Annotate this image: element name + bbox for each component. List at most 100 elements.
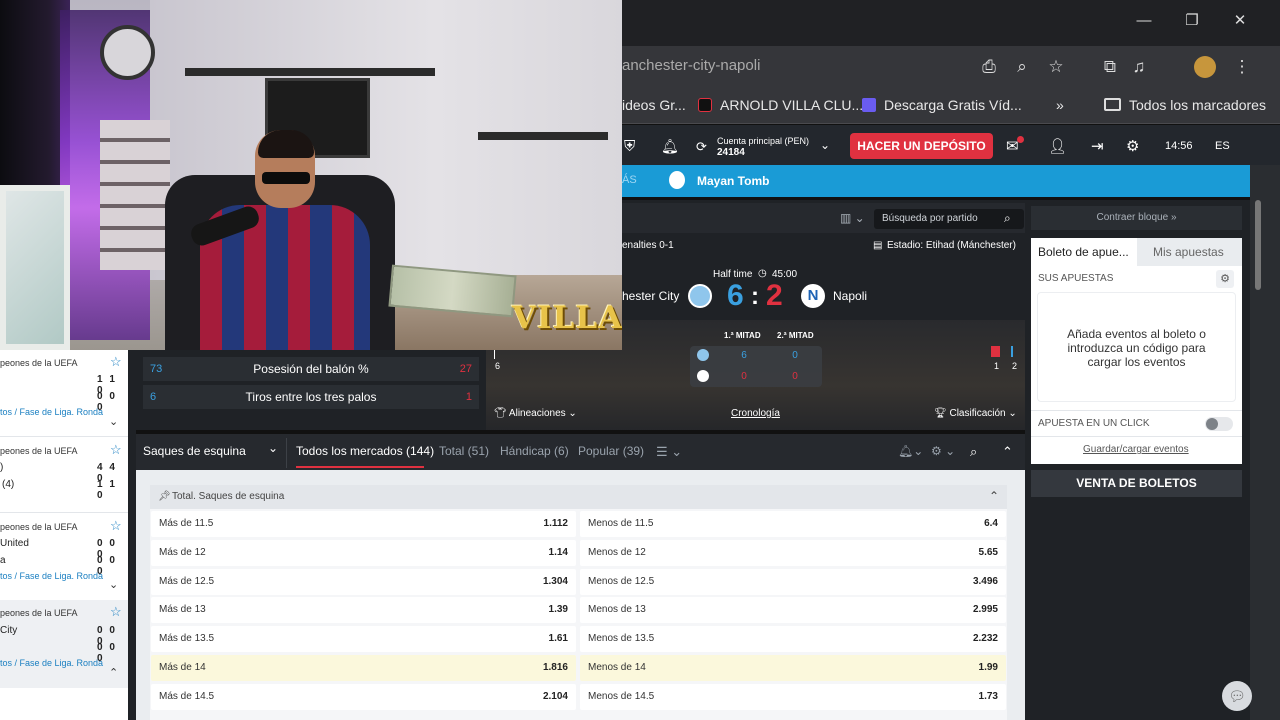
game-mascot-icon [669, 171, 685, 189]
menu-kebab-icon[interactable]: ⋮ [1231, 56, 1253, 78]
lineups-label: Alineaciones [508, 408, 566, 419]
tab-handicap[interactable]: Hándicap (6) [500, 444, 569, 458]
timeline-link[interactable]: Cronología [731, 408, 780, 419]
favorite-star-icon[interactable]: ☆ [110, 518, 122, 534]
media-icon[interactable]: ♫ [1128, 56, 1150, 78]
profile-avatar[interactable] [1194, 56, 1216, 78]
settings-gear-icon[interactable]: ⚙ ⌄ [931, 444, 955, 458]
chevron-down-icon[interactable]: ⌄ [109, 578, 118, 591]
tab-popular[interactable]: Popular (39) [578, 444, 644, 458]
team-name: United [0, 538, 29, 549]
chevron-down-icon[interactable]: ⌄ [268, 441, 278, 455]
account-label[interactable]: Cuenta principal (PEN) [717, 136, 809, 146]
settings-gear-icon[interactable]: ⚙ [1126, 137, 1139, 155]
stadium-icon: ▤ [873, 240, 883, 251]
save-load-events-link[interactable]: Guardar/cargar eventos [1083, 444, 1189, 455]
chevron-up-icon[interactable]: ⌃ [989, 489, 999, 503]
league-title: peones de la UEFA [0, 358, 78, 368]
sidebar-match-card[interactable]: peones de la UEFA ☆ ) 4 4 0 (4) 1 1 0 [0, 440, 128, 512]
match-search-input[interactable]: Búsqueda por partido [874, 209, 1024, 229]
close-window-button[interactable]: ✕ [1216, 0, 1264, 42]
odd-over-button[interactable]: Más de 11.5 1.112 [151, 511, 576, 537]
zoom-icon[interactable]: ⌕ [1011, 56, 1033, 78]
odd-under-button[interactable]: Menos de 12.5 3.496 [580, 569, 1006, 595]
install-icon[interactable]: ⎙ [978, 56, 1000, 78]
league-stage-link[interactable]: tos / Fase de Liga. Ronda [0, 407, 103, 417]
restore-button[interactable]: ❐ [1168, 0, 1216, 42]
team-name: (4) [2, 479, 15, 490]
league-stage-link[interactable]: tos / Fase de Liga. Ronda [0, 658, 103, 668]
odd-under-button[interactable]: Menos de 12 5.65 [580, 540, 1006, 566]
language-select[interactable]: ES [1215, 140, 1230, 152]
sidebar-match-card-active[interactable]: peones de la UEFA ☆ City 0 0 0 0 0 0 tos… [0, 600, 128, 688]
odd-value: 2.104 [542, 691, 568, 702]
sidebar-match-card[interactable]: peones de la UEFA ☆ United 0 0 0 a 0 0 0… [0, 516, 128, 598]
nav-mayan-tomb[interactable]: Mayan Tomb [697, 174, 769, 188]
odd-under-button[interactable]: Menos de 14 1.99 [580, 655, 1006, 681]
bookmark-arnold-villa[interactable]: ARNOLD VILLA CLU... [720, 97, 863, 113]
deposit-button[interactable]: HACER UN DEPÓSITO [850, 133, 993, 159]
odd-under-button[interactable]: Menos de 13.5 2.232 [580, 626, 1006, 652]
extensions-icon[interactable]: ⧉ [1099, 56, 1121, 78]
bookmarks-overflow-icon[interactable]: » [1056, 97, 1064, 113]
sidebar-match-card[interactable]: peones de la UEFA ☆ 1 1 0 0 0 0 tos / Fa… [0, 352, 128, 434]
bookmark-star-icon[interactable]: ☆ [1045, 56, 1067, 78]
odd-under-button[interactable]: Menos de 14.5 1.73 [580, 684, 1006, 710]
favorite-star-icon[interactable]: ☆ [110, 442, 122, 458]
refresh-icon[interactable]: ⟳ [696, 139, 707, 155]
list-menu-icon[interactable]: ☰ ⌄ [656, 444, 682, 460]
sell-tickets-button[interactable]: VENTA DE BOLETOS [1031, 470, 1242, 497]
market-select[interactable]: Saques de esquina [143, 444, 246, 458]
odd-under-button[interactable]: Menos de 11.5 6.4 [580, 511, 1006, 537]
account-balance: 24184 [717, 147, 745, 158]
odd-under-button[interactable]: Menos de 13 2.995 [580, 597, 1006, 623]
bell-icon[interactable]: 🔔︎ [661, 138, 679, 155]
chevron-down-icon[interactable]: ⌄ [109, 415, 118, 428]
lineups-link[interactable]: 👕︎ Alineaciones ⌄ [494, 408, 577, 419]
logout-icon[interactable]: ⇥ [1091, 137, 1104, 155]
collapse-up-icon[interactable]: ⌃ [1002, 444, 1013, 460]
bell-icon[interactable]: 🔔︎⌄ [898, 444, 923, 458]
chat-support-icon[interactable]: 💬︎ [1222, 681, 1252, 711]
shield-icon[interactable]: ⛨ [624, 138, 635, 155]
away-second-half: 0 [792, 371, 798, 382]
chevron-down-icon[interactable]: ⌄ [820, 138, 830, 152]
odd-over-button[interactable]: Más de 12 1.14 [151, 540, 576, 566]
away-team-name: Napoli [833, 289, 868, 303]
odd-label: Menos de 14 [588, 662, 646, 673]
odd-over-button[interactable]: Más de 14 1.816 [151, 655, 576, 681]
bookmark-descarga[interactable]: Descarga Gratis Víd... [884, 97, 1022, 113]
odd-over-button[interactable]: Más de 13 1.39 [151, 597, 576, 623]
odd-over-button[interactable]: Más de 13.5 1.61 [151, 626, 576, 652]
minimize-button[interactable]: — [1120, 0, 1168, 42]
odd-label: Menos de 13.5 [588, 633, 655, 644]
stats-chart-icon[interactable]: ▥ ⌄ [840, 211, 865, 225]
wall-shelf [185, 68, 435, 76]
standings-link[interactable]: 🏆︎ Clasificación ⌄ [934, 408, 1017, 419]
tab-betslip[interactable]: Boleto de apue... [1038, 245, 1129, 259]
settings-gear-icon[interactable]: ⚙ [1216, 270, 1234, 288]
odd-over-button[interactable]: Más de 12.5 1.304 [151, 569, 576, 595]
tab-total[interactable]: Total (51) [439, 444, 489, 458]
pin-icon[interactable]: 📌︎ [158, 491, 171, 502]
odd-over-button[interactable]: Más de 14.5 2.104 [151, 684, 576, 710]
league-stage-link[interactable]: tos / Fase de Liga. Ronda [0, 571, 103, 581]
nav-more[interactable]: ÁS [622, 174, 637, 186]
collapse-block-button[interactable]: Contraer bloque » [1031, 206, 1242, 230]
corner-count: 2 [1012, 361, 1018, 371]
bookmark-all[interactable]: Todos los marcadores [1129, 97, 1266, 113]
user-icon[interactable]: 👤︎ [1048, 137, 1067, 155]
url-text[interactable]: anchester-city-napoli [622, 57, 760, 74]
favorite-star-icon[interactable]: ☆ [110, 354, 122, 370]
tab-all-markets[interactable]: Todos los mercados (144) [296, 444, 434, 458]
tab-my-bets[interactable]: Mis apuestas [1153, 245, 1224, 259]
market-group-header[interactable]: 📌︎ Total. Saques de esquina ⌃ [150, 485, 1007, 509]
notification-dot [1017, 136, 1024, 143]
search-icon[interactable]: ⌕ [970, 444, 977, 460]
bookmark-videos[interactable]: ideos Gr... [622, 97, 686, 113]
scrollbar-thumb[interactable] [1255, 200, 1261, 290]
search-icon[interactable]: ⌕ [1004, 211, 1011, 226]
chevron-up-icon[interactable]: ⌃ [109, 666, 118, 679]
favorite-star-icon[interactable]: ☆ [110, 604, 122, 620]
pullup-bar [478, 132, 608, 140]
